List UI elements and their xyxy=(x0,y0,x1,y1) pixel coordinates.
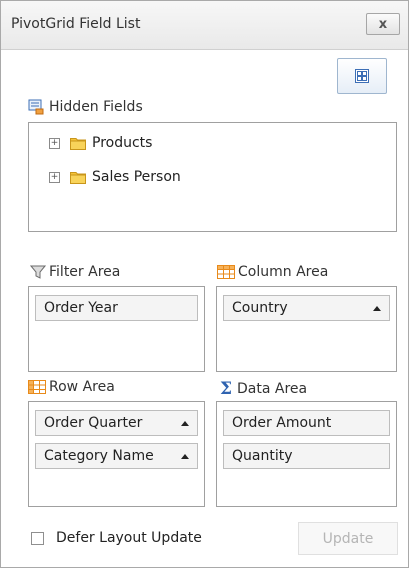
dialog-title: PivotGrid Field List xyxy=(11,16,141,32)
hidden-fields-tree[interactable]: + Products + Sales Person xyxy=(28,122,397,232)
row-area-label: Row Area xyxy=(28,379,115,395)
row-area-box[interactable]: Order Quarter Category Name xyxy=(28,401,205,507)
column-area-icon xyxy=(217,265,235,279)
column-area-title: Column Area xyxy=(238,264,329,280)
update-button[interactable]: Update xyxy=(298,522,398,555)
field-label: Order Amount xyxy=(232,415,332,431)
pivotgrid-field-list-dialog: PivotGrid Field List x Hidden Fields + P… xyxy=(0,0,409,568)
tree-node-products[interactable]: + Products xyxy=(49,135,152,151)
row-area-icon xyxy=(28,380,46,394)
field-item-category-name[interactable]: Category Name xyxy=(35,443,198,469)
expand-icon[interactable]: + xyxy=(49,171,60,183)
defer-layout-update-checkbox[interactable] xyxy=(31,531,44,545)
field-item-quantity[interactable]: Quantity xyxy=(223,443,390,469)
field-label: Quantity xyxy=(232,448,293,464)
hidden-fields-label: Hidden Fields xyxy=(28,99,143,115)
tree-node-label: Sales Person xyxy=(92,169,181,185)
field-label: Country xyxy=(232,300,288,316)
field-label: Category Name xyxy=(44,448,154,464)
sigma-icon: Σ xyxy=(220,379,233,399)
close-button[interactable]: x xyxy=(366,13,400,35)
data-area-box[interactable]: Order Amount Quantity xyxy=(216,401,397,507)
hidden-fields-title: Hidden Fields xyxy=(49,99,143,115)
data-area-title: Data Area xyxy=(237,381,308,397)
column-area-box[interactable]: Country xyxy=(216,286,397,372)
layout-options-button[interactable] xyxy=(337,58,387,94)
filter-area-box[interactable]: Order Year xyxy=(28,286,205,372)
column-area-label: Column Area xyxy=(217,264,328,280)
folder-icon xyxy=(70,171,86,184)
field-item-order-amount[interactable]: Order Amount xyxy=(223,410,390,436)
tree-node-sales-person[interactable]: + Sales Person xyxy=(49,169,181,185)
field-item-order-quarter[interactable]: Order Quarter xyxy=(35,410,198,436)
layout-grid-icon xyxy=(355,69,369,83)
data-area-label: Σ Data Area xyxy=(220,379,307,399)
row-area-title: Row Area xyxy=(49,379,115,395)
close-icon: x xyxy=(378,16,388,32)
field-item-order-year[interactable]: Order Year xyxy=(35,295,198,321)
field-item-country[interactable]: Country xyxy=(223,295,390,321)
sort-ascending-icon[interactable] xyxy=(373,305,381,311)
field-label: Order Year xyxy=(44,300,118,316)
hidden-fields-icon xyxy=(28,99,44,115)
tree-node-label: Products xyxy=(92,135,153,151)
sort-ascending-icon[interactable] xyxy=(181,453,189,459)
title-bar[interactable]: PivotGrid Field List x xyxy=(1,1,408,50)
filter-icon xyxy=(30,265,46,279)
field-label: Order Quarter xyxy=(44,415,143,431)
filter-area-label: Filter Area xyxy=(30,264,120,280)
sort-ascending-icon[interactable] xyxy=(181,420,189,426)
filter-area-title: Filter Area xyxy=(49,264,121,280)
folder-icon xyxy=(70,137,86,150)
defer-layout-update[interactable]: Defer Layout Update xyxy=(31,530,202,546)
expand-icon[interactable]: + xyxy=(49,137,60,149)
defer-layout-update-label[interactable]: Defer Layout Update xyxy=(56,530,202,546)
